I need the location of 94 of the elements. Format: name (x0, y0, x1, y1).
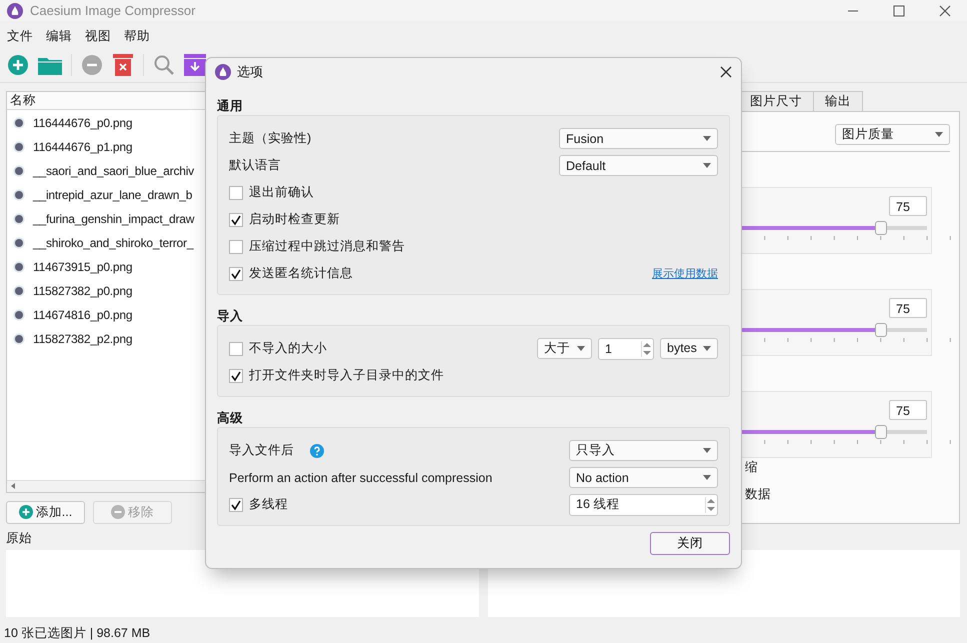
search-icon[interactable] (153, 54, 175, 76)
dialog-title: 选项 (237, 63, 263, 81)
usage-data-link[interactable]: 展示使用数据 (652, 266, 718, 281)
thread-count-field[interactable]: 16 线程 (569, 494, 718, 516)
dropdown-arrow-icon (935, 132, 943, 137)
checkbox[interactable] (229, 212, 243, 226)
quality-mode-dropdown[interactable]: 图片质量 (835, 124, 950, 145)
menu-item[interactable]: 帮助 (124, 28, 150, 45)
dropdown-arrow-icon (577, 346, 585, 350)
close-button[interactable]: 关闭 (650, 532, 730, 555)
slider-handle[interactable] (874, 424, 886, 439)
file-name[interactable]: __furina_genshin_impact_draw (33, 212, 194, 226)
minus-icon (111, 505, 125, 520)
slider-handle[interactable] (874, 322, 886, 337)
option-label: 数据 (745, 486, 771, 503)
bullet-icon (13, 260, 25, 273)
dropdown-arrow-icon (703, 136, 711, 141)
file-name[interactable]: 116444676_p1.png (33, 140, 132, 154)
section-heading: 导入 (217, 308, 244, 325)
bullet-icon (13, 116, 25, 129)
close-icon[interactable] (939, 4, 951, 17)
maximize-icon[interactable] (893, 4, 905, 17)
unit-dropdown[interactable]: bytes (660, 338, 718, 358)
file-name[interactable]: 115827382_p0.png (33, 284, 132, 298)
file-name[interactable]: 114674816_p0.png (33, 308, 132, 322)
checkbox[interactable] (229, 266, 243, 280)
bullet-icon (13, 284, 25, 297)
value-field[interactable]: 75 (889, 298, 927, 318)
bullet-icon (13, 308, 25, 321)
menu-item[interactable]: 视图 (85, 28, 111, 45)
app-logo-icon (7, 2, 23, 19)
menu-item[interactable]: 编辑 (46, 28, 72, 45)
slider-handle[interactable] (874, 220, 886, 235)
setting-dropdown[interactable]: Fusion (559, 128, 718, 149)
bullet-icon (13, 212, 25, 225)
checkbox[interactable] (229, 186, 243, 200)
checkbox-label[interactable]: 不导入的大小 (249, 340, 327, 357)
menu-item[interactable]: 文件 (7, 28, 33, 45)
setting-dropdown[interactable]: No action (569, 467, 718, 488)
setting-label: 主题（实验性) (229, 130, 312, 147)
value-field[interactable]: 75 (889, 400, 927, 420)
file-name[interactable]: __saori_and_saori_blue_archiv (33, 164, 194, 178)
dropdown-arrow-icon (703, 346, 711, 350)
setting-label: Perform an action after successful compression (229, 470, 492, 484)
section-heading: 高级 (217, 410, 244, 427)
checkbox-label[interactable]: 打开文件夹时导入子目录中的文件 (249, 367, 444, 384)
bullet-icon (13, 236, 25, 249)
file-name[interactable]: 115827382_p2.png (33, 332, 132, 346)
status-text: 10 张已选图片 | 98.67 MB (4, 626, 150, 640)
trash-icon[interactable] (112, 54, 134, 76)
comparator-dropdown[interactable]: 大于 (537, 338, 592, 358)
checkbox[interactable] (229, 342, 243, 356)
bullet-icon (13, 164, 25, 177)
setting-label: 导入文件后 (229, 442, 294, 459)
scroll-left-icon[interactable] (9, 482, 17, 490)
section-heading: 通用 (217, 98, 244, 115)
plus-icon (18, 505, 33, 520)
checkbox-label[interactable]: 启动时检查更新 (249, 211, 340, 228)
preview-label: 原始 (6, 530, 32, 545)
tab[interactable]: 输出 (813, 90, 863, 111)
checkbox-label[interactable]: 退出前确认 (249, 184, 314, 201)
checkbox[interactable] (229, 368, 243, 382)
download-icon[interactable] (184, 54, 206, 76)
file-name[interactable]: 116444676_p0.png (33, 116, 132, 130)
bullet-icon (13, 332, 25, 345)
help-icon[interactable] (310, 444, 324, 458)
option-label: 缩 (745, 458, 758, 476)
size-field[interactable]: 1 (598, 338, 654, 360)
bullet-icon (13, 188, 25, 201)
file-name[interactable]: 114673915_p0.png (33, 260, 132, 274)
setting-label: 默认语言 (229, 157, 281, 174)
add-icon[interactable] (7, 54, 29, 76)
value-field[interactable]: 75 (889, 196, 927, 216)
app-logo-icon (215, 64, 231, 80)
dropdown-arrow-icon (703, 475, 711, 480)
setting-dropdown[interactable]: 只导入 (569, 440, 718, 461)
setting-dropdown[interactable]: Default (559, 155, 718, 176)
spin-arrows-icon[interactable] (641, 340, 652, 356)
remove-icon[interactable] (81, 54, 103, 76)
file-name[interactable]: __shiroko_and_shiroko_terror_ (33, 236, 194, 250)
file-name[interactable]: __intrepid_azur_lane_drawn_b (33, 188, 192, 202)
folder-icon[interactable] (38, 55, 62, 76)
checkbox-label[interactable]: 多线程 (249, 496, 288, 513)
add-button[interactable]: 添加... (6, 500, 85, 524)
spin-arrows-icon[interactable] (705, 496, 716, 512)
checkbox-label[interactable]: 压缩过程中跳过消息和警告 (249, 238, 405, 255)
checkbox[interactable] (229, 498, 243, 512)
checkbox-label[interactable]: 发送匿名统计信息 (249, 265, 353, 282)
dropdown-arrow-icon (703, 448, 711, 453)
checkbox[interactable] (229, 240, 243, 254)
close-icon[interactable] (720, 66, 732, 78)
window-title: Caesium Image Compressor (30, 3, 196, 18)
bullet-icon (13, 140, 25, 153)
dropdown-arrow-icon (703, 163, 711, 168)
